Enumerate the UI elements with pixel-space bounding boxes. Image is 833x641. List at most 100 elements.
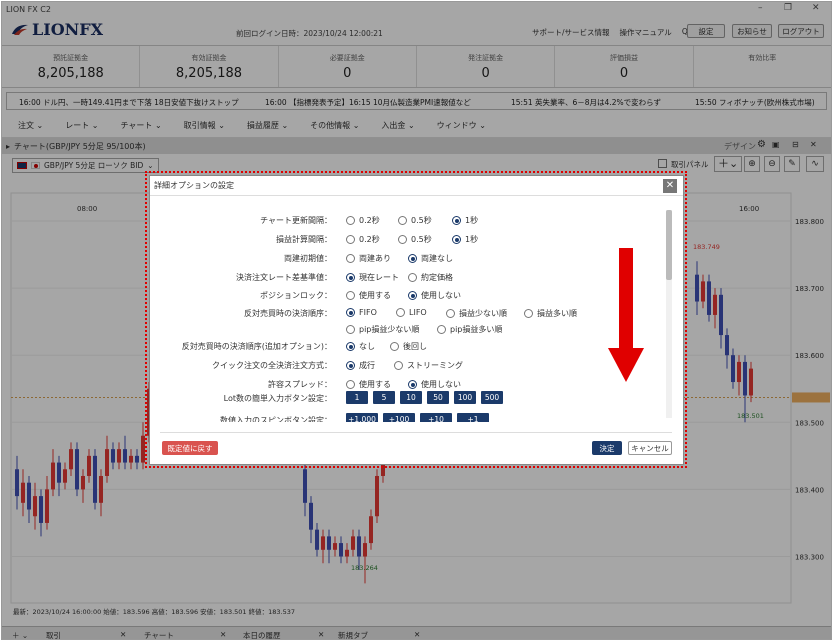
radio-icon[interactable] (524, 309, 533, 318)
quick-value-button[interactable]: 500 (481, 391, 503, 404)
manual-link[interactable]: 操作マニュアル (620, 27, 672, 38)
radio-icon[interactable] (398, 216, 407, 225)
radio-option[interactable]: 損益多い順 (524, 308, 577, 319)
quick-value-button[interactable]: +1 (457, 413, 489, 422)
radio-icon[interactable] (408, 273, 417, 282)
news-ticker[interactable]: 16:00 ドル円、一時149.41円まで下落 18日安値下抜けストップ 16:… (6, 92, 827, 110)
radio-selected-icon[interactable] (452, 235, 461, 244)
radio-option[interactable]: ストリーミング (394, 360, 463, 371)
radio-option[interactable]: 使用する (346, 290, 391, 301)
radio-option[interactable]: 0.5秒 (398, 215, 432, 226)
radio-icon[interactable] (394, 361, 403, 370)
radio-icon[interactable] (396, 308, 405, 317)
ticker-item[interactable]: 15:50 フィボナッチ(欧州株式市場) (695, 97, 815, 108)
radio-icon[interactable] (398, 235, 407, 244)
support-link[interactable]: サポート/サービス情報 (532, 27, 610, 38)
close-window-icon[interactable]: ✕ (812, 3, 820, 13)
zoom-out-icon[interactable]: ⊖ (764, 156, 780, 172)
menu-trade-info[interactable]: 取引情報 ⌄ (184, 120, 225, 131)
quick-value-button[interactable]: 5 (373, 391, 395, 404)
trade-panel-checkbox[interactable] (658, 159, 667, 168)
symbol-select[interactable]: GBP/JPY 5分足 ローソク BID ⌄ (12, 157, 159, 173)
indicator-icon[interactable]: ∿ (806, 156, 824, 172)
tab-new[interactable]: 新規タブ (338, 630, 368, 639)
radio-option[interactable]: 両建あり (346, 253, 391, 264)
radio-icon[interactable] (346, 291, 355, 300)
tab-close-icon[interactable]: ✕ (414, 630, 420, 639)
radio-option[interactable]: 0.5秒 (398, 234, 432, 245)
radio-icon[interactable] (346, 380, 355, 389)
radio-icon[interactable] (437, 325, 446, 334)
radio-option[interactable]: FIFO (346, 308, 377, 317)
radio-option[interactable]: 使用しない (408, 290, 461, 301)
minimize-icon[interactable]: – (758, 3, 763, 13)
radio-selected-icon[interactable] (408, 254, 417, 263)
close-panel-icon[interactable]: ✕ (810, 140, 817, 149)
radio-option[interactable]: 約定価格 (408, 272, 453, 283)
design-label[interactable]: デザイン (724, 141, 756, 152)
tab-chart[interactable]: チャート (144, 630, 174, 639)
radio-option[interactable]: 1秒 (452, 215, 478, 226)
radio-selected-icon[interactable] (408, 291, 417, 300)
dialog-scrollbar[interactable] (666, 210, 672, 418)
scrollbar-thumb[interactable] (666, 210, 672, 280)
window-mode-icon[interactable]: ▣ (772, 140, 780, 149)
quick-value-button[interactable]: 10 (400, 391, 422, 404)
menu-chart[interactable]: チャート ⌄ (121, 120, 162, 131)
quick-value-button[interactable]: +10 (420, 413, 452, 422)
radio-icon[interactable] (390, 342, 399, 351)
radio-selected-icon[interactable] (346, 342, 355, 351)
ticker-item[interactable]: 15:51 英失業率、6－8月は4.2%で変わらず (511, 97, 661, 108)
radio-icon[interactable] (346, 216, 355, 225)
radio-option[interactable]: 成行 (346, 360, 375, 371)
radio-option[interactable]: 損益少ない順 (446, 308, 507, 319)
radio-option[interactable]: 両建なし (408, 253, 453, 264)
quick-value-button[interactable]: 50 (427, 391, 449, 404)
settings-button[interactable]: 設定 (687, 24, 725, 38)
menu-order[interactable]: 注文 ⌄ (18, 120, 43, 131)
radio-option[interactable]: pip損益多い順 (437, 324, 502, 335)
logout-button[interactable]: ログアウト (778, 24, 824, 38)
notices-button[interactable]: お知らせ (732, 24, 772, 38)
menu-pl-history[interactable]: 損益履歴 ⌄ (247, 120, 288, 131)
ticker-item[interactable]: 16:00 ドル円、一時149.41円まで下落 18日安値下抜けストップ (19, 97, 239, 108)
restore-icon[interactable]: ❐ (784, 3, 792, 13)
radio-icon[interactable] (346, 325, 355, 334)
radio-option[interactable]: 現在レート (346, 272, 399, 283)
gear-icon[interactable]: ⚙ (757, 139, 766, 150)
add-indicator-button[interactable]: ＋⌄ (714, 156, 743, 172)
quick-value-button[interactable]: +100 (383, 413, 415, 422)
zoom-in-icon[interactable]: ⊕ (744, 156, 760, 172)
menu-window[interactable]: ウィンドウ ⌄ (437, 120, 486, 131)
pen-icon[interactable]: ✎ (784, 156, 800, 172)
reset-defaults-button[interactable]: 既定値に戻す (162, 441, 218, 455)
radio-option[interactable]: 使用する (346, 379, 391, 390)
radio-option[interactable]: pip損益少ない順 (346, 324, 419, 335)
radio-selected-icon[interactable] (452, 216, 461, 225)
radio-icon[interactable] (346, 254, 355, 263)
tab-today-history[interactable]: 本日の履歴 (243, 630, 281, 639)
ticker-item[interactable]: 16:00 【指標発表予定】16:15 10月仏製造業PMI速報値など (265, 97, 471, 108)
tab-close-icon[interactable]: ✕ (318, 630, 324, 639)
radio-option[interactable]: 使用しない (408, 379, 461, 390)
radio-selected-icon[interactable] (346, 361, 355, 370)
dialog-close-icon[interactable]: ✕ (663, 179, 677, 193)
radio-option[interactable]: 0.2秒 (346, 215, 380, 226)
radio-icon[interactable] (446, 309, 455, 318)
add-tab-icon[interactable]: ＋ ⌄ (12, 630, 28, 639)
radio-option[interactable]: 1秒 (452, 234, 478, 245)
radio-icon[interactable] (346, 235, 355, 244)
tab-close-icon[interactable]: ✕ (120, 630, 126, 639)
radio-option[interactable]: LIFO (396, 308, 427, 317)
radio-selected-icon[interactable] (346, 308, 355, 317)
radio-selected-icon[interactable] (346, 273, 355, 282)
tab-trade[interactable]: 取引 (46, 630, 61, 639)
quick-value-button[interactable]: 1 (346, 391, 368, 404)
menu-rate[interactable]: レート ⌄ (65, 120, 98, 131)
radio-option[interactable]: 0.2秒 (346, 234, 380, 245)
cancel-button[interactable]: キャンセル (628, 441, 672, 455)
quick-value-button[interactable]: 100 (454, 391, 476, 404)
tab-close-icon[interactable]: ✕ (220, 630, 226, 639)
menu-deposit[interactable]: 入出金 ⌄ (381, 120, 414, 131)
radio-selected-icon[interactable] (408, 380, 417, 389)
